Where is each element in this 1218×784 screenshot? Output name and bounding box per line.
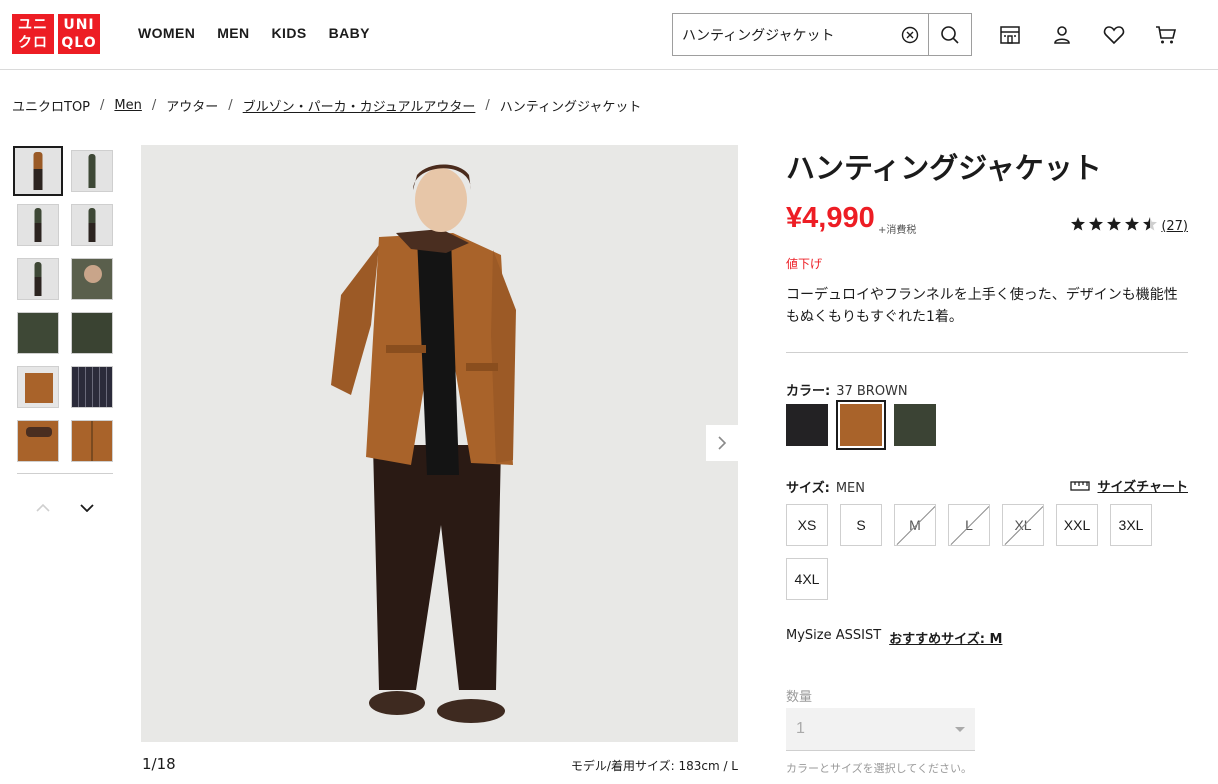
breadcrumb-current: ハンティングジャケット xyxy=(499,100,642,115)
thumbnail-6[interactable] xyxy=(71,258,113,300)
search-input[interactable] xyxy=(673,14,893,55)
image-counter: 1/18 xyxy=(142,755,176,773)
thumbnail-3[interactable] xyxy=(17,204,59,246)
product-price: ¥4,990 xyxy=(786,202,875,234)
thumbnail-divider xyxy=(17,473,113,474)
color-selected-name: 37 BROWN xyxy=(836,384,908,399)
size-chart-label: サイズチャート xyxy=(1097,480,1188,495)
mysize-label: MySize ASSIST xyxy=(786,628,882,643)
size-option-s[interactable]: S xyxy=(840,504,882,546)
color-swatch-black[interactable] xyxy=(786,404,828,446)
model-size-info: モデル/着用サイズ: 183cm / L xyxy=(570,759,738,773)
model-photo xyxy=(141,145,738,742)
color-swatches xyxy=(786,400,948,450)
thumbnail-5[interactable] xyxy=(17,258,59,300)
thumbnail-4[interactable] xyxy=(71,204,113,246)
tax-note: +消費税 xyxy=(878,225,917,236)
quantity-note: カラーとサイズを選択してください。 xyxy=(786,762,973,775)
size-label: サイズ: xyxy=(786,481,830,496)
ruler-icon xyxy=(1069,480,1090,491)
chevron-down-icon xyxy=(955,726,965,732)
color-swatch-olive[interactable] xyxy=(894,404,936,446)
review-count-link[interactable]: (27) xyxy=(1161,219,1188,234)
size-group: MEN xyxy=(835,481,865,496)
thumbnail-2[interactable] xyxy=(71,150,113,192)
color-label-row: カラー: 37 BROWN xyxy=(786,380,908,399)
header-actions xyxy=(996,22,1204,48)
size-option-xxl[interactable]: XXL xyxy=(1056,504,1098,546)
breadcrumb-outer[interactable]: アウター xyxy=(166,96,218,115)
nav-baby[interactable]: BABY xyxy=(329,25,370,41)
breadcrumb-casual-outer[interactable]: ブルゾン・パーカ・カジュアルアウター xyxy=(243,96,476,115)
color-swatch-brown[interactable] xyxy=(836,400,886,450)
mysize-assist: MySize ASSIST おすすめサイズ: M xyxy=(786,628,1002,647)
size-option-4xl[interactable]: 4XL xyxy=(786,558,828,600)
breadcrumb-separator: / xyxy=(485,98,490,113)
site-header: ユニ クロ UNI QLO WOMEN MEN KIDS BABY xyxy=(0,0,1218,70)
nav-men[interactable]: MEN xyxy=(217,25,249,41)
size-option-m[interactable]: M xyxy=(894,504,936,546)
clear-search-icon[interactable] xyxy=(892,14,928,55)
quantity-value: 1 xyxy=(796,720,805,737)
thumbnail-7[interactable] xyxy=(17,312,59,354)
product-rating: (27) xyxy=(1071,217,1188,235)
divider xyxy=(786,352,1188,353)
uniqlo-logo[interactable]: ユニ クロ UNI QLO xyxy=(12,14,100,54)
recommended-size-link[interactable]: おすすめサイズ: M xyxy=(889,628,1002,647)
color-label: カラー: xyxy=(786,384,831,399)
size-option-l[interactable]: L xyxy=(948,504,990,546)
breadcrumb-separator: / xyxy=(100,98,105,113)
breadcrumb-separator: / xyxy=(151,98,157,113)
store-icon[interactable] xyxy=(996,22,1024,48)
thumbnail-down-icon[interactable] xyxy=(77,500,97,516)
cart-icon[interactable] xyxy=(1152,22,1180,48)
breadcrumb: ユニクロTOP / Men / アウター / ブルゾン・パーカ・カジュアルアウタ… xyxy=(12,96,641,115)
breadcrumb-top[interactable]: ユニクロTOP xyxy=(12,96,90,115)
thumbnail-up-icon[interactable] xyxy=(33,500,53,516)
rating-stars-icon xyxy=(1071,217,1158,235)
product-title: ハンティングジャケット xyxy=(786,151,1102,185)
size-option-xl[interactable]: XL xyxy=(1002,504,1044,546)
quantity-label: 数量 xyxy=(786,690,813,705)
thumbnail-12[interactable] xyxy=(71,420,113,462)
size-label-row: サイズ: MEN xyxy=(786,477,865,496)
price-down-badge: 値下げ xyxy=(786,257,823,271)
thumbnail-8[interactable] xyxy=(71,312,113,354)
product-description: コーデュロイやフランネルを上手く使った、デザインも機能性もぬくもりもすぐれた1着… xyxy=(786,287,1178,325)
product-main-image[interactable] xyxy=(141,145,738,742)
breadcrumb-separator: / xyxy=(228,98,233,113)
size-option-3xl[interactable]: 3XL xyxy=(1110,504,1152,546)
size-option-xs[interactable]: XS xyxy=(786,504,828,546)
logo-katakana-tile: ユニ クロ xyxy=(12,14,54,54)
thumbnail-9[interactable] xyxy=(17,366,59,408)
nav-women[interactable]: WOMEN xyxy=(138,25,195,41)
breadcrumb-men[interactable]: Men xyxy=(114,98,141,113)
thumbnail-10[interactable] xyxy=(71,366,113,408)
thumbnail-11[interactable] xyxy=(17,420,59,462)
heart-icon[interactable] xyxy=(1100,22,1128,48)
main-nav: WOMEN MEN KIDS BABY xyxy=(138,25,392,41)
size-chart-link[interactable]: サイズチャート xyxy=(1069,476,1188,495)
search-icon[interactable] xyxy=(928,14,971,55)
thumbnail-1[interactable] xyxy=(13,146,63,196)
user-icon[interactable] xyxy=(1048,22,1076,48)
quantity-select[interactable]: 1 xyxy=(786,708,975,751)
nav-kids[interactable]: KIDS xyxy=(272,25,307,41)
logo-latin-tile: UNI QLO xyxy=(58,14,100,54)
next-image-icon[interactable] xyxy=(706,425,738,461)
search-box xyxy=(672,13,972,56)
